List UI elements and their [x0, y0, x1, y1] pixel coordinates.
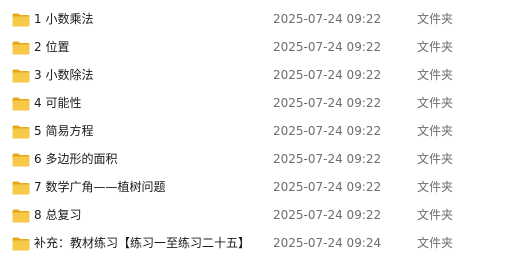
- folder-icon: [12, 237, 30, 251]
- folder-row[interactable]: 5 简易方程 2025-07-24 09:22 文件夹: [0, 116, 520, 144]
- file-type: 文件夹: [417, 180, 454, 194]
- file-type: 文件夹: [417, 208, 454, 222]
- folder-name: 7 数学广角——植树问题: [34, 180, 166, 194]
- file-type: 文件夹: [417, 236, 454, 250]
- file-type: 文件夹: [417, 12, 454, 26]
- file-type: 文件夹: [417, 152, 454, 166]
- modified-date: 2025-07-24 09:22: [273, 180, 382, 194]
- folder-icon: [12, 181, 30, 195]
- folder-icon: [12, 97, 30, 111]
- folder-row[interactable]: 补充：教材练习【练习一至练习二十五】 2025-07-24 09:24 文件夹: [0, 228, 520, 256]
- file-type: 文件夹: [417, 124, 454, 138]
- file-list: 1 小数乘法 2025-07-24 09:22 文件夹 2 位置 2025-07…: [0, 0, 520, 272]
- folder-icon: [12, 13, 30, 27]
- folder-row[interactable]: 6 多边形的面积 2025-07-24 09:22 文件夹: [0, 144, 520, 172]
- folder-row[interactable]: 1 小数乘法 2025-07-24 09:22 文件夹: [0, 4, 520, 32]
- folder-icon: [12, 209, 30, 223]
- modified-date: 2025-07-24 09:22: [273, 152, 382, 166]
- folder-row[interactable]: 2 位置 2025-07-24 09:22 文件夹: [0, 32, 520, 60]
- modified-date: 2025-07-24 09:22: [273, 124, 382, 138]
- file-type: 文件夹: [417, 96, 454, 110]
- folder-name: 8 总复习: [34, 208, 82, 222]
- file-type: 文件夹: [417, 40, 454, 54]
- folder-name: 5 简易方程: [34, 124, 94, 138]
- folder-name: 6 多边形的面积: [34, 152, 118, 166]
- folder-name: 补充：教材练习【练习一至练习二十五】: [34, 236, 251, 250]
- folder-name: 4 可能性: [34, 96, 82, 110]
- folder-row[interactable]: 8 总复习 2025-07-24 09:22 文件夹: [0, 200, 520, 228]
- folder-row[interactable]: 3 小数除法 2025-07-24 09:22 文件夹: [0, 60, 520, 88]
- modified-date: 2025-07-24 09:24: [273, 236, 382, 250]
- folder-name: 2 位置: [34, 40, 70, 54]
- folder-icon: [12, 125, 30, 139]
- modified-date: 2025-07-24 09:22: [273, 208, 382, 222]
- folder-icon: [12, 69, 30, 83]
- folder-row[interactable]: 7 数学广角——植树问题 2025-07-24 09:22 文件夹: [0, 172, 520, 200]
- modified-date: 2025-07-24 09:22: [273, 68, 382, 82]
- folder-name: 1 小数乘法: [34, 12, 94, 26]
- folder-row[interactable]: 4 可能性 2025-07-24 09:22 文件夹: [0, 88, 520, 116]
- folder-name: 3 小数除法: [34, 68, 94, 82]
- file-type: 文件夹: [417, 68, 454, 82]
- folder-icon: [12, 153, 30, 167]
- folder-icon: [12, 41, 30, 55]
- modified-date: 2025-07-24 09:22: [273, 40, 382, 54]
- modified-date: 2025-07-24 09:22: [273, 12, 382, 26]
- modified-date: 2025-07-24 09:22: [273, 96, 382, 110]
